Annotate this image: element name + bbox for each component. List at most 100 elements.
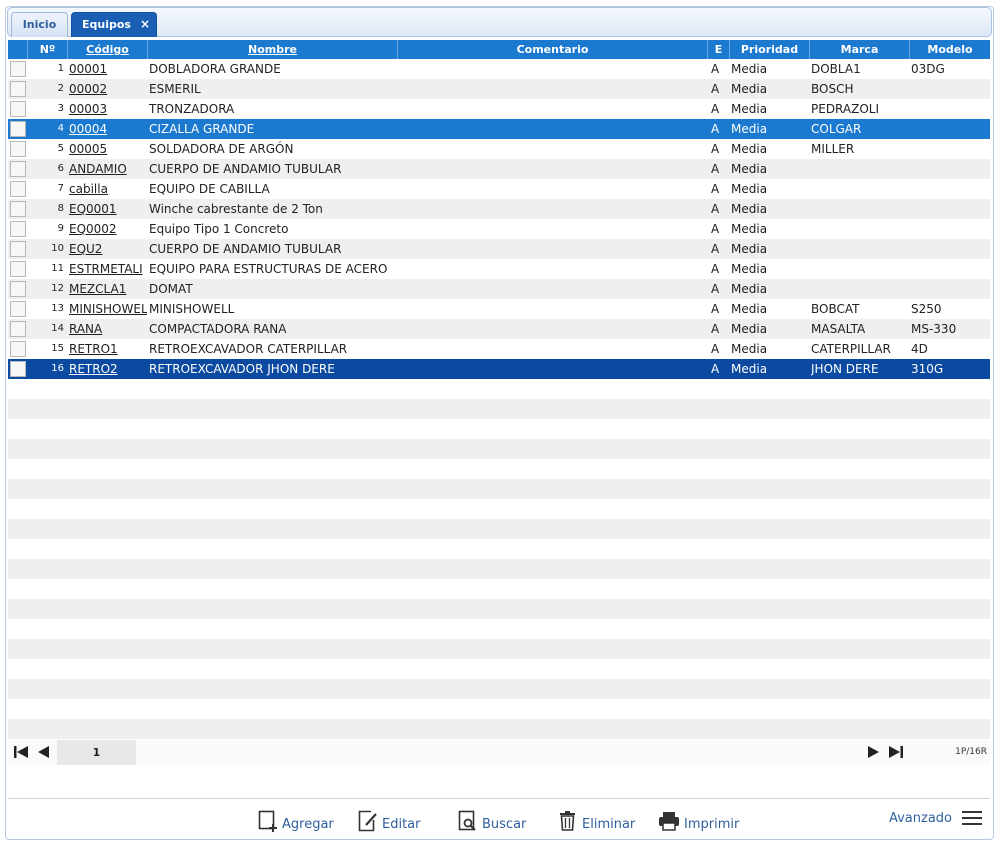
tab-equipos[interactable]: Equipos × (71, 12, 157, 37)
table-row[interactable]: 15 RETRO1 RETROEXCAVADOR CATERPILLAR A Media… (8, 339, 990, 359)
close-icon[interactable]: × (140, 13, 150, 36)
table-row[interactable]: 7 cabilla EQUIPO DE CABILLA A Media (8, 179, 990, 199)
row-checkbox[interactable] (10, 161, 26, 177)
row-checkbox[interactable] (10, 81, 26, 97)
row-checkbox[interactable] (10, 101, 26, 117)
cell-codigo[interactable]: RANA (69, 319, 147, 339)
table-row[interactable]: 8 EQ0001 Winche cabrestante de 2 Ton A Media (8, 199, 990, 219)
cell-e: A (711, 202, 720, 216)
cell-codigo[interactable]: EQU2 (69, 239, 147, 259)
first-page-icon[interactable] (12, 744, 30, 760)
cell-num: 5 (57, 143, 64, 154)
row-checkbox[interactable] (10, 181, 26, 197)
table-row[interactable]: 13 MINISHOWEL MINISHOWELL A Media BOBCAT S250 (8, 299, 990, 319)
row-checkbox[interactable] (10, 281, 26, 297)
row-checkbox[interactable] (10, 341, 26, 357)
table-row[interactable]: 1 00001 DOBLADORA GRANDE A Media DOBLA1 03DG (8, 59, 990, 79)
empty-row (8, 699, 990, 719)
cell-codigo[interactable]: 00005 (69, 139, 147, 159)
row-checkbox[interactable] (10, 61, 26, 77)
cell-codigo[interactable]: 00001 (69, 59, 147, 79)
editar-button[interactable]: Editar (358, 810, 421, 832)
cell-codigo[interactable]: ESTRMETALI (69, 259, 147, 279)
bottom-toolbar: Agregar Editar Buscar Eliminar Imprimir … (8, 800, 990, 838)
cell-modelo (911, 279, 989, 299)
table-row[interactable]: 16 RETRO2 RETROEXCAVADOR JHON DERE A Media JH… (8, 359, 990, 379)
hamburger-menu-icon (962, 811, 982, 825)
row-checkbox[interactable] (10, 241, 26, 257)
cell-e: A (711, 282, 720, 296)
row-checkbox[interactable] (10, 301, 26, 317)
cell-prioridad: Media (731, 162, 768, 176)
header-nombre[interactable]: Nombre (148, 40, 398, 59)
cell-e: A (711, 242, 720, 256)
cell-prioridad: Media (731, 282, 768, 296)
cell-e: A (711, 62, 720, 76)
cell-modelo (911, 219, 989, 239)
cell-codigo[interactable]: ANDAMIO (69, 159, 147, 179)
table-row[interactable]: 2 00002 ESMERIL A Media BOSCH (8, 79, 990, 99)
table-row[interactable]: 6 ANDAMIO CUERPO DE ANDAMIO TUBULAR A Media (8, 159, 990, 179)
avanzado-button[interactable]: Avanzado (889, 810, 982, 826)
table-row[interactable]: 11 ESTRMETALI EQUIPO PARA ESTRUCTURAS DE A… (8, 259, 990, 279)
cell-codigo[interactable]: 00002 (69, 79, 147, 99)
cell-codigo[interactable]: RETRO2 (69, 359, 147, 379)
cell-nombre: ESMERIL (149, 82, 201, 96)
buscar-label: Buscar (482, 817, 527, 832)
next-page-icon[interactable] (864, 744, 882, 760)
table-row[interactable]: 3 00003 TRONZADORA A Media PEDRAZOLI (8, 99, 990, 119)
cell-num: 8 (57, 203, 64, 214)
cell-nombre: MINISHOWELL (149, 302, 235, 316)
agregar-button[interactable]: Agregar (258, 810, 334, 832)
cell-codigo[interactable]: MEZCLA1 (69, 279, 147, 299)
imprimir-button[interactable]: Imprimir (658, 810, 739, 832)
row-checkbox[interactable] (10, 261, 26, 277)
cell-codigo[interactable]: RETRO1 (69, 339, 147, 359)
row-checkbox[interactable] (10, 141, 26, 157)
empty-row (8, 479, 990, 499)
cell-codigo[interactable]: 00003 (69, 99, 147, 119)
cell-marca: BOBCAT (811, 302, 860, 316)
row-checkbox[interactable] (10, 221, 26, 237)
empty-row (8, 499, 990, 519)
table-row[interactable]: 12 MEZCLA1 DOMAT A Media (8, 279, 990, 299)
cell-codigo[interactable]: EQ0001 (69, 199, 147, 219)
cell-nombre: CUERPO DE ANDAMIO TUBULAR (149, 242, 342, 256)
row-checkbox[interactable] (10, 121, 26, 137)
cell-codigo[interactable]: cabilla (69, 179, 147, 199)
cell-codigo[interactable]: MINISHOWEL (69, 299, 147, 319)
cell-num: 15 (51, 343, 64, 354)
cell-e: A (711, 162, 720, 176)
table-row[interactable]: 9 EQ0002 Equipo Tipo 1 Concreto A Media (8, 219, 990, 239)
tab-equipos-label: Equipos (82, 18, 131, 31)
tab-inicio[interactable]: Inicio (11, 12, 68, 37)
cell-e: A (711, 122, 720, 136)
empty-row (8, 679, 990, 699)
table-row[interactable]: 4 00004 CIZALLA GRANDE A Media COLGAR (8, 119, 990, 139)
buscar-button[interactable]: Buscar (458, 810, 526, 832)
cell-nombre: CIZALLA GRANDE (149, 122, 255, 136)
table-row[interactable]: 5 00005 SOLDADORA DE ARGÓN A Media MILLER (8, 139, 990, 159)
cell-marca: BOSCH (811, 82, 854, 96)
cell-modelo: MS-330 (911, 322, 957, 336)
cell-codigo[interactable]: EQ0002 (69, 219, 147, 239)
table-row[interactable]: 10 EQU2 CUERPO DE ANDAMIO TUBULAR A Media (8, 239, 990, 259)
cell-comentario (399, 119, 707, 139)
cell-comentario (399, 199, 707, 219)
search-icon (458, 810, 476, 831)
page-number[interactable]: 1 (57, 740, 136, 765)
prev-page-icon[interactable] (35, 744, 53, 760)
avanzado-label: Avanzado (888, 810, 952, 826)
cell-modelo (911, 139, 989, 159)
cell-comentario (399, 339, 707, 359)
row-checkbox[interactable] (10, 361, 26, 377)
eliminar-button[interactable]: Eliminar (558, 810, 635, 832)
header-codigo[interactable]: Código (68, 40, 148, 59)
last-page-icon[interactable] (887, 744, 905, 760)
header-marca: Marca (810, 40, 910, 59)
table-row[interactable]: 14 RANA COMPACTADORA RANA A Media MASALTA MS-3… (8, 319, 990, 339)
cell-e: A (711, 102, 720, 116)
row-checkbox[interactable] (10, 321, 26, 337)
cell-codigo[interactable]: 00004 (69, 119, 147, 139)
row-checkbox[interactable] (10, 201, 26, 217)
